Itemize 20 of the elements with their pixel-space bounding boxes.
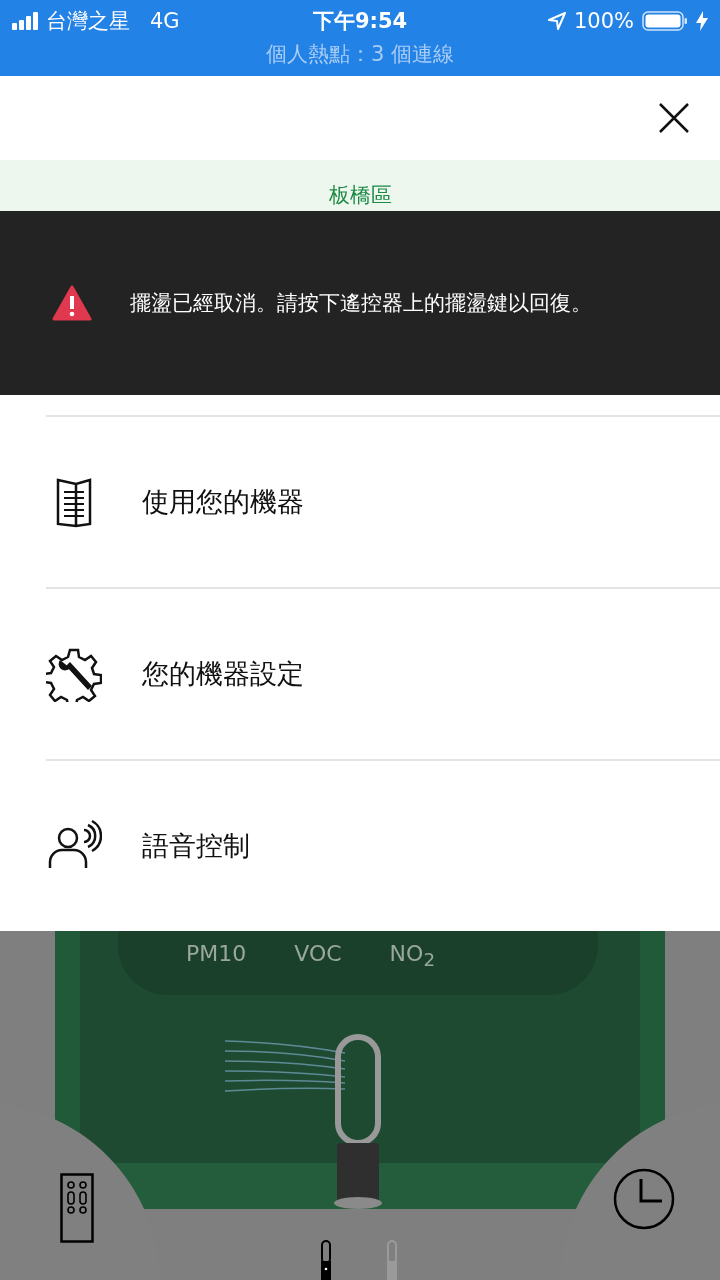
- clock-icon[interactable]: [612, 1167, 676, 1231]
- device-tab[interactable]: [318, 1239, 334, 1280]
- status-time: 下午9:54: [312, 8, 408, 35]
- metric-label: VOC: [294, 941, 342, 968]
- location-icon: [547, 12, 566, 30]
- gear-wrench-icon: [46, 646, 102, 702]
- alert-message: 擺盪已經取消。請按下遙控器上的擺盪鍵以回復。: [130, 290, 592, 317]
- signal-icon: [12, 12, 40, 30]
- network-type: 4G: [150, 9, 180, 33]
- battery-icon: [642, 11, 688, 31]
- warning-icon: [52, 285, 92, 321]
- carrier-name: 台灣之星: [46, 8, 130, 35]
- location-title: 板橋區: [328, 182, 392, 209]
- metric-label: NO$_{2}$: [389, 941, 436, 971]
- remote-icon[interactable]: [60, 1173, 94, 1243]
- menu-item[interactable]: 使用您的機器: [46, 415, 720, 587]
- battery-percent: 100%: [573, 9, 634, 33]
- charging-icon: [696, 11, 708, 31]
- menu-item[interactable]: 您的機器設定: [46, 587, 720, 759]
- metric-label: PM10: [186, 941, 247, 968]
